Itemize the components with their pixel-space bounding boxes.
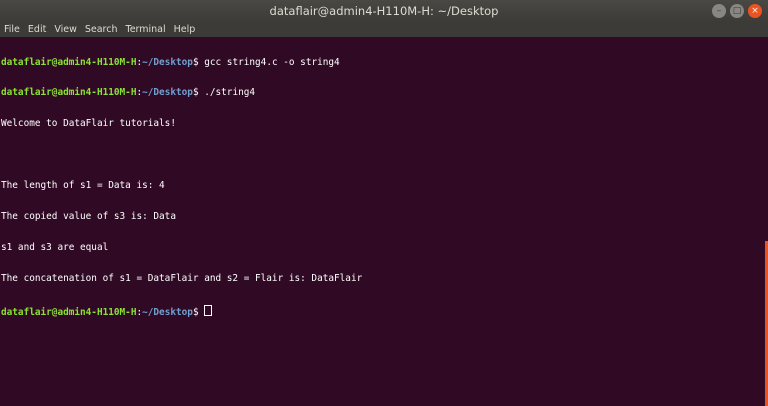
prompt-user: dataflair@admin4-H110M-H: [1, 87, 137, 99]
command-line: dataflair@admin4-H110M-H:~/Desktop$ ./st…: [1, 88, 759, 98]
window-controls: – □ ×: [712, 4, 762, 18]
output-line: The concatenation of s1 = DataFlair and …: [1, 272, 363, 284]
prompt-path: ~/Desktop: [142, 306, 193, 318]
window-title: dataflair@admin4-H110M-H: ~/Desktop: [269, 4, 499, 18]
menu-file[interactable]: File: [0, 24, 24, 35]
command-line: dataflair@admin4-H110M-H:~/Desktop$ gcc …: [1, 56, 759, 68]
menu-search[interactable]: Search: [81, 24, 122, 35]
minimize-button[interactable]: –: [712, 4, 726, 18]
maximize-button[interactable]: □: [730, 4, 744, 18]
prompt-user: dataflair@admin4-H110M-H: [1, 306, 137, 318]
prompt-symbol: $: [192, 56, 205, 68]
menu-bar: File Edit View Search Terminal Help: [0, 22, 768, 37]
output-line: s1 and s3 are equal: [1, 241, 109, 253]
menu-terminal[interactable]: Terminal: [122, 24, 170, 35]
menu-help[interactable]: Help: [170, 24, 200, 35]
prompt-symbol: $: [192, 87, 205, 99]
output-line: The copied value of s3 is: Data: [1, 211, 176, 223]
prompt-symbol: $: [192, 306, 205, 318]
title-bar[interactable]: dataflair@admin4-H110M-H: ~/Desktop – □ …: [0, 0, 768, 22]
output-line: Welcome to DataFlair tutorials!: [1, 118, 176, 130]
prompt-path: ~/Desktop: [142, 56, 193, 68]
command-text: ./string4: [204, 87, 256, 99]
text-cursor: [204, 304, 213, 316]
output-line: The length of s1 = Data is: 4: [1, 180, 165, 192]
terminal-output[interactable]: dataflair@admin4-H110M-H:~/Desktop$ gcc …: [1, 37, 759, 406]
menu-view[interactable]: View: [50, 24, 81, 35]
terminal-window: dataflair@admin4-H110M-H: ~/Desktop – □ …: [0, 0, 768, 406]
menu-edit[interactable]: Edit: [24, 24, 50, 35]
active-prompt-line: dataflair@admin4-H110M-H:~/Desktop$: [1, 304, 759, 318]
prompt-user: dataflair@admin4-H110M-H: [1, 56, 137, 68]
command-text: gcc string4.c -o string4: [204, 56, 340, 68]
close-button[interactable]: ×: [748, 4, 762, 18]
prompt-path: ~/Desktop: [142, 87, 193, 99]
